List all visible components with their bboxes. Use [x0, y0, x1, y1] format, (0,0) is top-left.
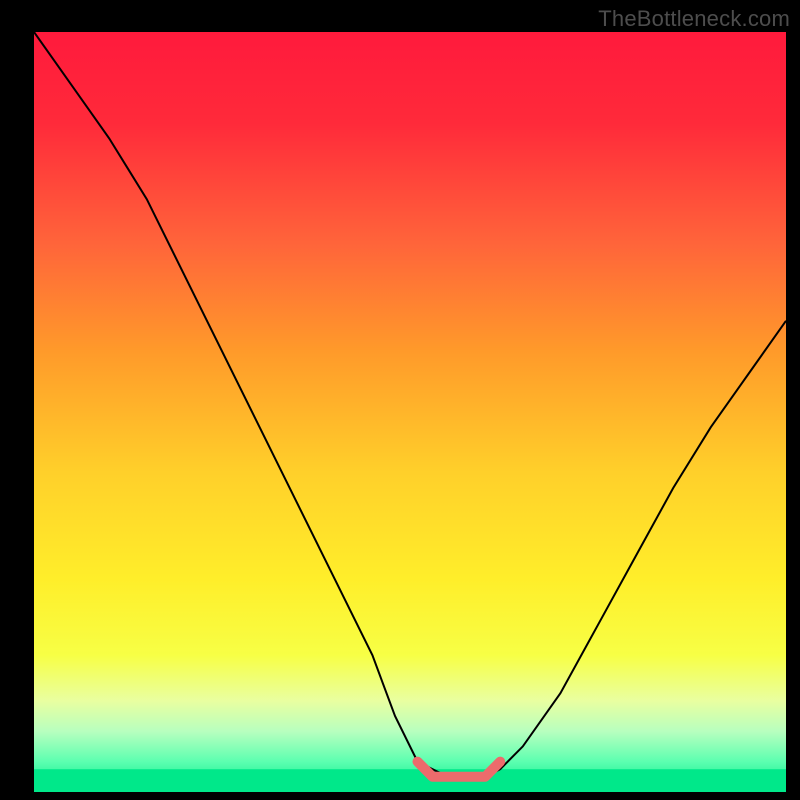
gradient-background — [34, 32, 786, 792]
watermark-text: TheBottleneck.com — [598, 6, 790, 32]
chart-stage: TheBottleneck.com — [0, 0, 800, 800]
green-bottom-band — [34, 769, 786, 792]
bottleneck-chart — [0, 0, 800, 800]
